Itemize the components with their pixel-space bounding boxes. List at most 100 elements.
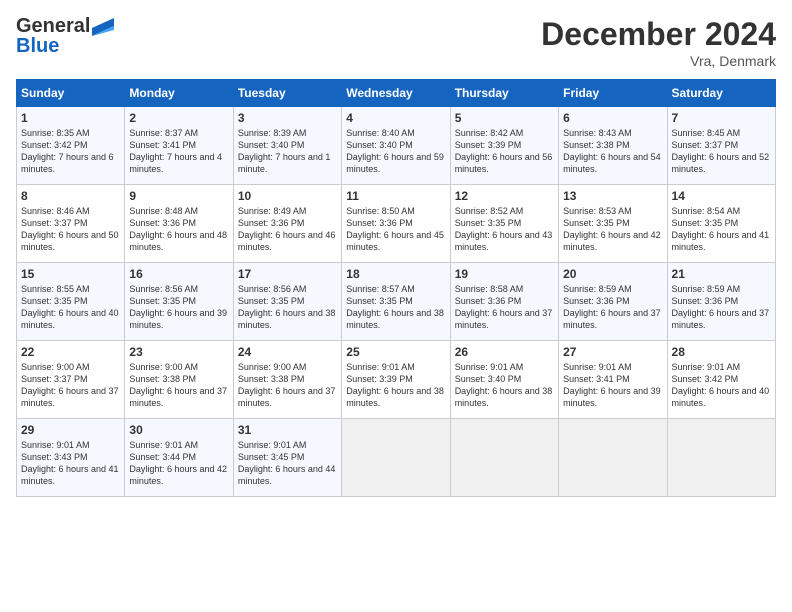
- table-cell: [559, 419, 667, 497]
- day-number: 4: [346, 111, 445, 125]
- table-cell: 25 Sunrise: 9:01 AMSunset: 3:39 PMDaylig…: [342, 341, 450, 419]
- day-info: Sunrise: 8:56 AMSunset: 3:35 PMDaylight:…: [238, 284, 336, 330]
- col-tuesday: Tuesday: [233, 80, 341, 107]
- day-info: Sunrise: 8:48 AMSunset: 3:36 PMDaylight:…: [129, 206, 227, 252]
- day-number: 5: [455, 111, 554, 125]
- table-cell: 29 Sunrise: 9:01 AMSunset: 3:43 PMDaylig…: [17, 419, 125, 497]
- table-cell: 1 Sunrise: 8:35 AMSunset: 3:42 PMDayligh…: [17, 107, 125, 185]
- table-cell: 19 Sunrise: 8:58 AMSunset: 3:36 PMDaylig…: [450, 263, 558, 341]
- day-number: 8: [21, 189, 120, 203]
- day-info: Sunrise: 8:58 AMSunset: 3:36 PMDaylight:…: [455, 284, 553, 330]
- day-info: Sunrise: 8:52 AMSunset: 3:35 PMDaylight:…: [455, 206, 553, 252]
- day-info: Sunrise: 9:00 AMSunset: 3:38 PMDaylight:…: [129, 362, 227, 408]
- day-info: Sunrise: 8:46 AMSunset: 3:37 PMDaylight:…: [21, 206, 119, 252]
- table-cell: 7 Sunrise: 8:45 AMSunset: 3:37 PMDayligh…: [667, 107, 775, 185]
- day-number: 7: [672, 111, 771, 125]
- calendar-table: Sunday Monday Tuesday Wednesday Thursday…: [16, 79, 776, 497]
- logo: GeneralBlue: [16, 16, 114, 56]
- day-info: Sunrise: 9:01 AMSunset: 3:43 PMDaylight:…: [21, 440, 119, 486]
- col-friday: Friday: [559, 80, 667, 107]
- col-sunday: Sunday: [17, 80, 125, 107]
- day-number: 20: [563, 267, 662, 281]
- table-cell: 22 Sunrise: 9:00 AMSunset: 3:37 PMDaylig…: [17, 341, 125, 419]
- day-info: Sunrise: 9:01 AMSunset: 3:42 PMDaylight:…: [672, 362, 770, 408]
- table-cell: [342, 419, 450, 497]
- day-number: 6: [563, 111, 662, 125]
- table-cell: 9 Sunrise: 8:48 AMSunset: 3:36 PMDayligh…: [125, 185, 233, 263]
- day-info: Sunrise: 8:35 AMSunset: 3:42 PMDaylight:…: [21, 128, 114, 174]
- table-cell: 12 Sunrise: 8:52 AMSunset: 3:35 PMDaylig…: [450, 185, 558, 263]
- table-cell: 27 Sunrise: 9:01 AMSunset: 3:41 PMDaylig…: [559, 341, 667, 419]
- day-number: 3: [238, 111, 337, 125]
- day-number: 11: [346, 189, 445, 203]
- col-saturday: Saturday: [667, 80, 775, 107]
- day-info: Sunrise: 8:59 AMSunset: 3:36 PMDaylight:…: [563, 284, 661, 330]
- day-info: Sunrise: 8:37 AMSunset: 3:41 PMDaylight:…: [129, 128, 222, 174]
- col-monday: Monday: [125, 80, 233, 107]
- day-info: Sunrise: 8:45 AMSunset: 3:37 PMDaylight:…: [672, 128, 770, 174]
- day-info: Sunrise: 8:54 AMSunset: 3:35 PMDaylight:…: [672, 206, 770, 252]
- day-info: Sunrise: 8:59 AMSunset: 3:36 PMDaylight:…: [672, 284, 770, 330]
- day-number: 15: [21, 267, 120, 281]
- day-number: 23: [129, 345, 228, 359]
- table-cell: 13 Sunrise: 8:53 AMSunset: 3:35 PMDaylig…: [559, 185, 667, 263]
- day-number: 19: [455, 267, 554, 281]
- day-number: 24: [238, 345, 337, 359]
- day-number: 28: [672, 345, 771, 359]
- day-info: Sunrise: 8:40 AMSunset: 3:40 PMDaylight:…: [346, 128, 444, 174]
- table-cell: 5 Sunrise: 8:42 AMSunset: 3:39 PMDayligh…: [450, 107, 558, 185]
- month-title: December 2024: [541, 16, 776, 53]
- day-number: 31: [238, 423, 337, 437]
- calendar-page: GeneralBlue December 2024 Vra, Denmark S…: [0, 0, 792, 612]
- day-info: Sunrise: 8:57 AMSunset: 3:35 PMDaylight:…: [346, 284, 444, 330]
- location: Vra, Denmark: [541, 53, 776, 69]
- col-thursday: Thursday: [450, 80, 558, 107]
- day-info: Sunrise: 9:01 AMSunset: 3:41 PMDaylight:…: [563, 362, 661, 408]
- logo-text: GeneralBlue: [16, 16, 90, 56]
- day-number: 1: [21, 111, 120, 125]
- day-number: 16: [129, 267, 228, 281]
- day-info: Sunrise: 8:50 AMSunset: 3:36 PMDaylight:…: [346, 206, 444, 252]
- table-cell: 21 Sunrise: 8:59 AMSunset: 3:36 PMDaylig…: [667, 263, 775, 341]
- day-info: Sunrise: 9:01 AMSunset: 3:44 PMDaylight:…: [129, 440, 227, 486]
- day-number: 14: [672, 189, 771, 203]
- header: GeneralBlue December 2024 Vra, Denmark: [16, 16, 776, 69]
- day-number: 12: [455, 189, 554, 203]
- day-number: 21: [672, 267, 771, 281]
- table-cell: 28 Sunrise: 9:01 AMSunset: 3:42 PMDaylig…: [667, 341, 775, 419]
- day-info: Sunrise: 9:01 AMSunset: 3:39 PMDaylight:…: [346, 362, 444, 408]
- day-info: Sunrise: 8:49 AMSunset: 3:36 PMDaylight:…: [238, 206, 336, 252]
- day-number: 18: [346, 267, 445, 281]
- table-cell: [450, 419, 558, 497]
- table-cell: 2 Sunrise: 8:37 AMSunset: 3:41 PMDayligh…: [125, 107, 233, 185]
- day-number: 30: [129, 423, 228, 437]
- table-cell: 18 Sunrise: 8:57 AMSunset: 3:35 PMDaylig…: [342, 263, 450, 341]
- table-cell: 30 Sunrise: 9:01 AMSunset: 3:44 PMDaylig…: [125, 419, 233, 497]
- table-row: 1 Sunrise: 8:35 AMSunset: 3:42 PMDayligh…: [17, 107, 776, 185]
- title-area: December 2024 Vra, Denmark: [541, 16, 776, 69]
- table-cell: 20 Sunrise: 8:59 AMSunset: 3:36 PMDaylig…: [559, 263, 667, 341]
- table-cell: 31 Sunrise: 9:01 AMSunset: 3:45 PMDaylig…: [233, 419, 341, 497]
- day-number: 17: [238, 267, 337, 281]
- day-info: Sunrise: 9:01 AMSunset: 3:45 PMDaylight:…: [238, 440, 336, 486]
- day-number: 22: [21, 345, 120, 359]
- day-info: Sunrise: 9:00 AMSunset: 3:38 PMDaylight:…: [238, 362, 336, 408]
- day-info: Sunrise: 8:43 AMSunset: 3:38 PMDaylight:…: [563, 128, 661, 174]
- table-cell: [667, 419, 775, 497]
- table-cell: 11 Sunrise: 8:50 AMSunset: 3:36 PMDaylig…: [342, 185, 450, 263]
- table-cell: 8 Sunrise: 8:46 AMSunset: 3:37 PMDayligh…: [17, 185, 125, 263]
- day-number: 2: [129, 111, 228, 125]
- logo-icon: [92, 18, 114, 36]
- header-row: Sunday Monday Tuesday Wednesday Thursday…: [17, 80, 776, 107]
- day-info: Sunrise: 8:56 AMSunset: 3:35 PMDaylight:…: [129, 284, 227, 330]
- day-number: 26: [455, 345, 554, 359]
- table-cell: 16 Sunrise: 8:56 AMSunset: 3:35 PMDaylig…: [125, 263, 233, 341]
- table-row: 15 Sunrise: 8:55 AMSunset: 3:35 PMDaylig…: [17, 263, 776, 341]
- day-info: Sunrise: 8:42 AMSunset: 3:39 PMDaylight:…: [455, 128, 553, 174]
- table-cell: 4 Sunrise: 8:40 AMSunset: 3:40 PMDayligh…: [342, 107, 450, 185]
- day-number: 27: [563, 345, 662, 359]
- table-row: 8 Sunrise: 8:46 AMSunset: 3:37 PMDayligh…: [17, 185, 776, 263]
- table-cell: 26 Sunrise: 9:01 AMSunset: 3:40 PMDaylig…: [450, 341, 558, 419]
- day-info: Sunrise: 8:39 AMSunset: 3:40 PMDaylight:…: [238, 128, 331, 174]
- day-info: Sunrise: 9:01 AMSunset: 3:40 PMDaylight:…: [455, 362, 553, 408]
